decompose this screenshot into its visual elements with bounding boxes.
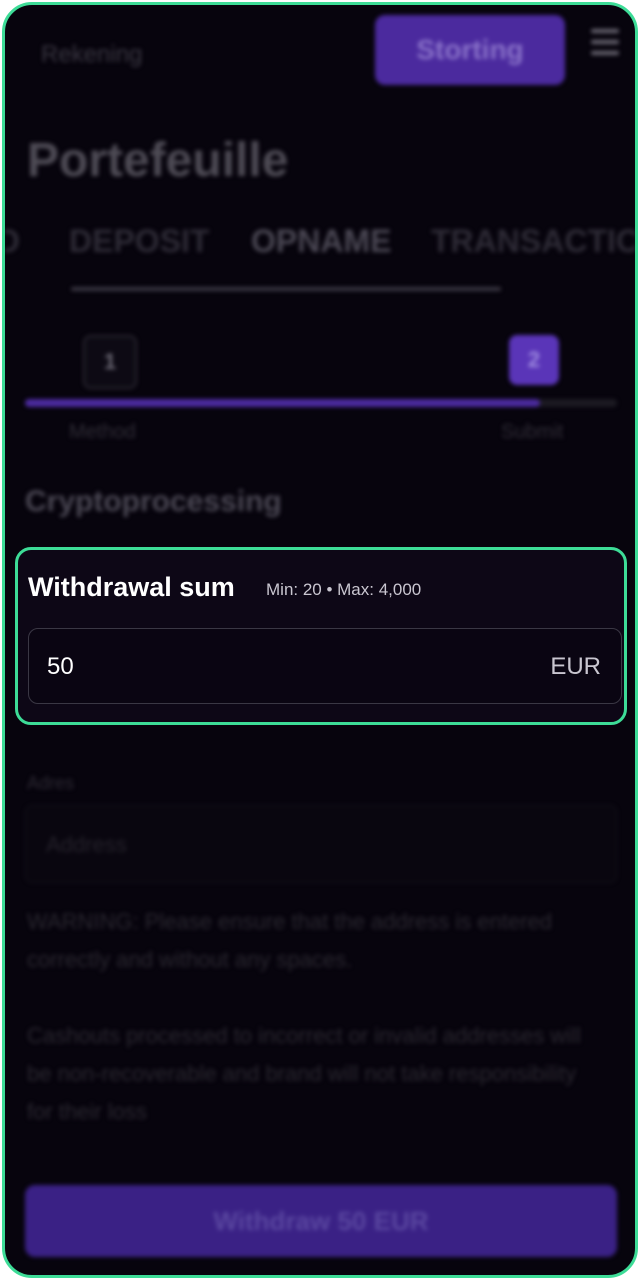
withdraw-button[interactable]: Withdraw 50 EUR	[25, 1185, 617, 1257]
withdrawal-amount-input[interactable]: 50 EUR	[28, 628, 622, 704]
tab-deposit[interactable]: DEPOSIT	[69, 223, 209, 260]
withdrawal-sum-title: Withdrawal sum	[28, 572, 235, 602]
address-warning: WARNING: Please ensure that the address …	[27, 909, 552, 972]
step-1-badge[interactable]: 1	[83, 335, 137, 389]
withdrawal-amount-value: 50	[47, 653, 74, 680]
withdrawal-limits: Min: 20 • Max: 4,000	[266, 580, 422, 599]
method-title: Cryptoprocessing	[25, 485, 282, 518]
step-2-label: Submit	[501, 421, 564, 443]
currency-label: EUR	[550, 653, 601, 680]
withdrawal-sum-card: Withdrawal sum Min: 20 • Max: 4,000 50 E…	[15, 547, 627, 725]
step-2-badge: 2	[509, 335, 559, 385]
hamburger-menu-icon[interactable]	[591, 29, 619, 61]
address-input[interactable]: Address	[25, 805, 617, 883]
tab-scroll-indicator	[71, 287, 501, 291]
wallet-tabs: O DEPOSIT OPNAME TRANSACTIONS	[5, 223, 635, 263]
tab-previous[interactable]: O	[5, 223, 20, 260]
stepper-progress-fill	[25, 399, 541, 407]
address-placeholder: Address	[46, 832, 127, 857]
page-title: Portefeuille	[27, 134, 289, 187]
account-link[interactable]: Rekening	[41, 41, 142, 69]
tab-transactions[interactable]: TRANSACTIONS	[431, 223, 635, 260]
phone-frame: Rekening Storting Portefeuille O DEPOSIT…	[2, 2, 638, 1278]
stepper-progress-track	[25, 399, 617, 407]
cashout-notice: Cashouts processed to incorrect or inval…	[27, 1023, 581, 1124]
deposit-button[interactable]: Storting	[375, 15, 565, 85]
address-label: Adres	[27, 773, 75, 793]
step-1-label: Method	[69, 421, 136, 443]
tab-withdrawal[interactable]: OPNAME	[251, 223, 391, 260]
